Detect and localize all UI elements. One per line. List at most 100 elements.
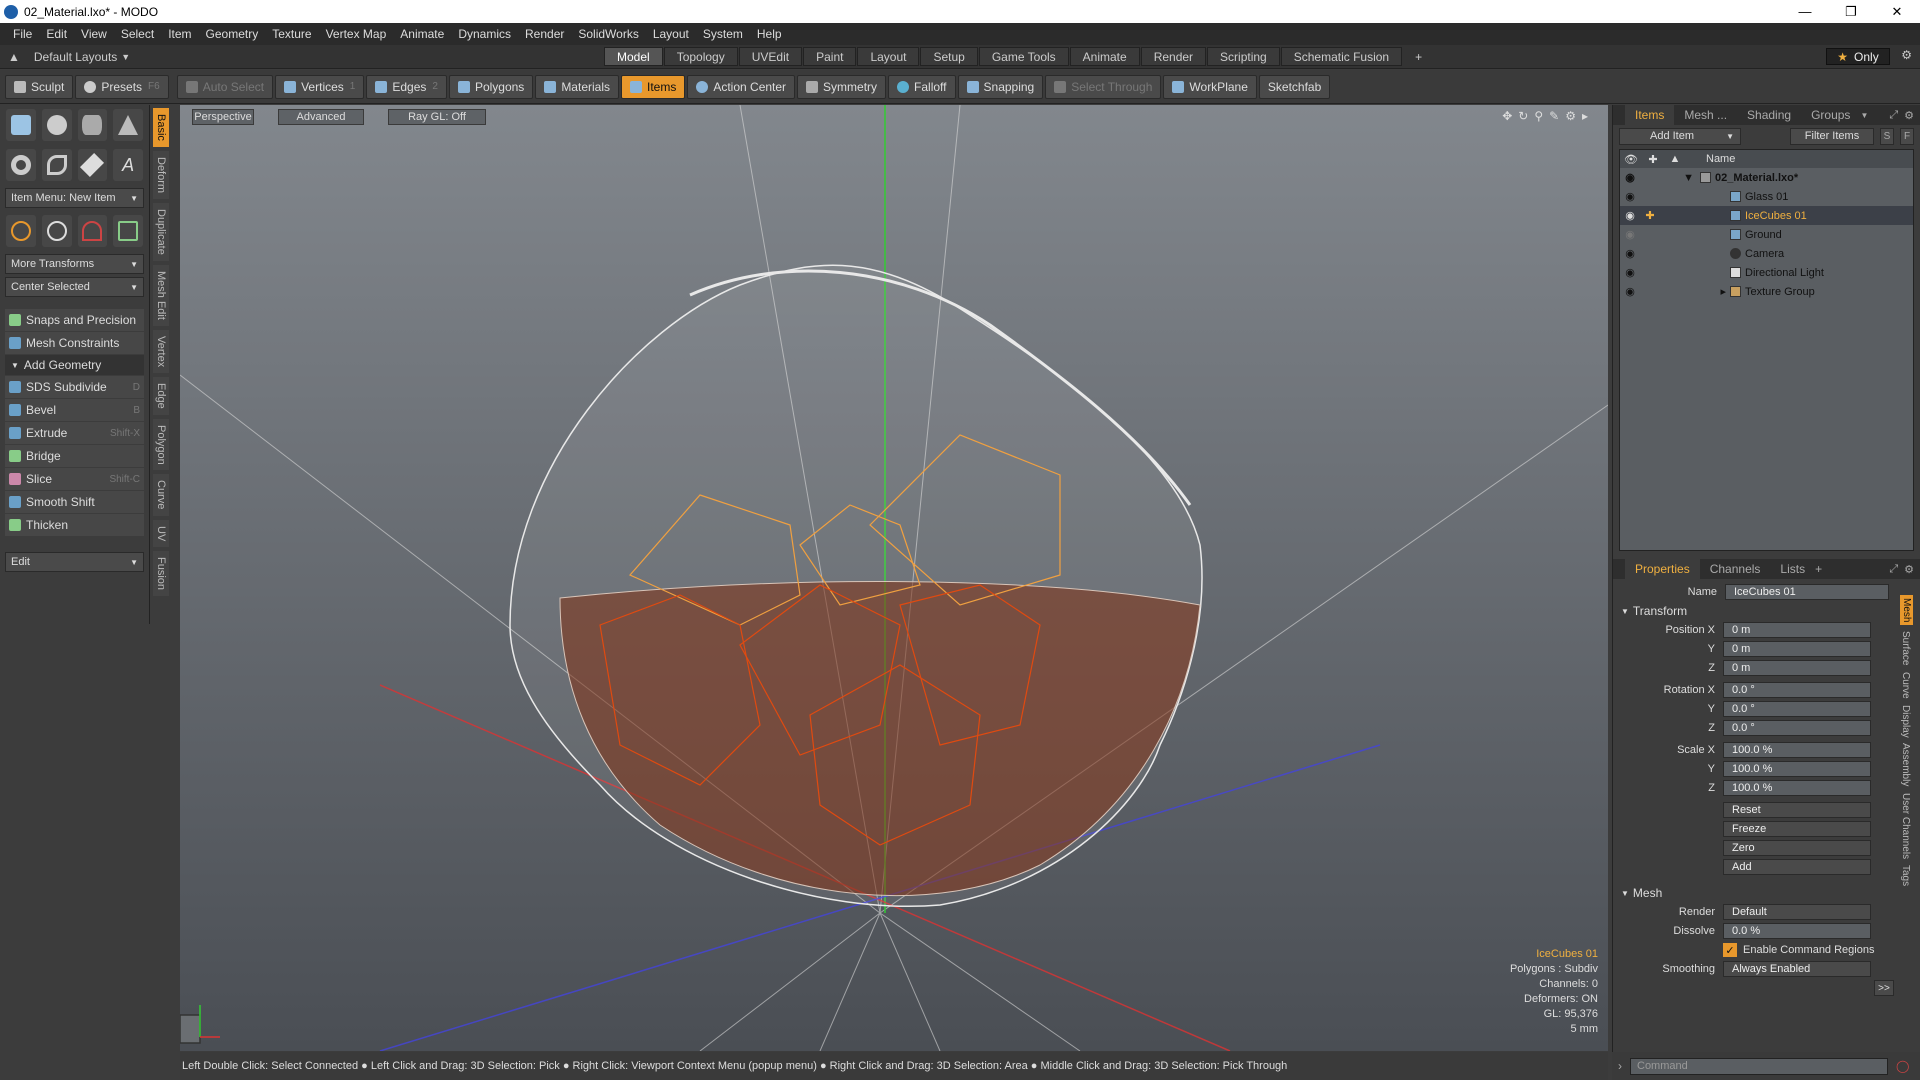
menu-texture[interactable]: Texture <box>272 27 311 41</box>
transform-section[interactable]: ▼ Transform <box>1613 602 1894 620</box>
add-item-button[interactable]: Add Item ▼ <box>1619 127 1741 145</box>
lock-icon[interactable]: ✚ <box>1640 209 1660 222</box>
menu-select[interactable]: Select <box>121 27 154 41</box>
rotation-y-field[interactable]: 0.0 ° <box>1723 701 1871 717</box>
scale-y-field[interactable]: 100.0 % <box>1723 761 1871 777</box>
expand-arrow-icon[interactable]: ▼ <box>1640 172 1700 184</box>
only-toggle[interactable]: ★ Only <box>1826 48 1890 65</box>
tab-layout[interactable]: Layout <box>857 47 920 66</box>
item-menu-dropdown[interactable]: Item Menu: New Item ▼ <box>5 188 144 208</box>
scale-x-field[interactable]: 100.0 % <box>1723 742 1871 758</box>
pencil-icon[interactable]: ✎ <box>1549 109 1565 123</box>
vtab-user-channels[interactable]: User Channels <box>1900 793 1911 859</box>
cylinder-primitive-button[interactable] <box>77 109 108 141</box>
tree-row-glass[interactable]: ◉ Glass 01 <box>1620 187 1913 206</box>
symmetry-button[interactable]: Symmetry <box>797 74 887 99</box>
smoothing-dropdown[interactable]: Always Enabled <box>1723 961 1871 977</box>
tree-row-ground[interactable]: ◉ Ground <box>1620 225 1913 244</box>
expand-icon[interactable]: ⤢ <box>1889 109 1898 122</box>
add-tab-icon[interactable]: + <box>1815 562 1822 576</box>
position-z-field[interactable]: 0 m <box>1723 660 1871 676</box>
edges-button[interactable]: Edges 2 <box>366 74 447 99</box>
cube-primitive-button[interactable] <box>6 109 36 141</box>
tab-setup[interactable]: Setup <box>920 47 978 66</box>
sphere-primitive-button[interactable] <box>41 109 72 141</box>
tab-game-tools[interactable]: Game Tools <box>978 47 1069 66</box>
gear-icon[interactable]: ⚙ <box>1904 563 1914 576</box>
close-icon[interactable]: ✕ <box>1874 4 1920 20</box>
orbit-icon[interactable]: ↻ <box>1518 109 1534 123</box>
rotation-z-field[interactable]: 0.0 ° <box>1723 720 1871 736</box>
mesh-section[interactable]: ▼ Mesh <box>1613 884 1894 902</box>
torus-primitive-button[interactable] <box>6 149 36 181</box>
tab-channels[interactable]: Channels <box>1700 559 1771 579</box>
thicken-button[interactable]: Thicken <box>5 514 144 536</box>
tree-row-icecubes[interactable]: ◉ ✚ IceCubes 01 <box>1620 206 1913 225</box>
more-transforms-dropdown[interactable]: More Transforms ▼ <box>5 254 144 274</box>
eye-icon[interactable]: ◉ <box>1620 190 1640 203</box>
name-field[interactable]: IceCubes 01 <box>1725 584 1889 600</box>
vtab-mesh[interactable]: Mesh <box>1900 595 1913 626</box>
cone-primitive-button[interactable] <box>113 109 143 141</box>
vtab-polygon[interactable]: Polygon <box>153 418 169 471</box>
eye-icon[interactable]: ◉ <box>1620 209 1640 222</box>
scale-z-field[interactable]: 100.0 % <box>1723 780 1871 796</box>
auto-select-button[interactable]: Auto Select <box>176 74 274 99</box>
menu-system[interactable]: System <box>703 27 743 41</box>
sketchfab-button[interactable]: Sketchfab <box>1258 74 1331 99</box>
bevel-button[interactable]: Bevel B <box>5 399 144 421</box>
vtab-curve[interactable]: Curve <box>153 474 169 516</box>
command-input[interactable]: Command <box>1630 1057 1888 1075</box>
collapse-icon[interactable]: ▲ <box>8 50 20 64</box>
menu-dynamics[interactable]: Dynamics <box>458 27 511 41</box>
tab-items[interactable]: Items <box>1625 105 1675 125</box>
edit-dropdown[interactable]: Edit ▼ <box>5 552 144 572</box>
tab-groups[interactable]: Groups <box>1801 105 1860 125</box>
slice-button[interactable]: Slice Shift-C <box>5 468 144 490</box>
sculpt-button[interactable]: Sculpt <box>5 74 74 99</box>
restore-icon[interactable]: ❐ <box>1828 4 1874 20</box>
filter-items-button[interactable]: Filter Items <box>1790 127 1874 145</box>
falloff-button[interactable]: Falloff <box>888 74 956 99</box>
add-dropdown[interactable]: Add <box>1723 859 1871 875</box>
zero-dropdown[interactable]: Zero <box>1723 840 1871 856</box>
render-dropdown[interactable]: Default <box>1723 904 1871 920</box>
select-through-button[interactable]: Select Through <box>1045 74 1162 99</box>
more-button[interactable]: >> <box>1874 980 1894 996</box>
expand-icon[interactable]: ⤢ <box>1889 563 1898 576</box>
tab-scripting[interactable]: Scripting <box>1207 47 1280 66</box>
tab-uvedit[interactable]: UVEdit <box>738 47 803 66</box>
vtab-duplicate[interactable]: Duplicate <box>153 202 169 261</box>
menu-solidworks[interactable]: SolidWorks <box>578 27 638 41</box>
gear-icon[interactable]: ⚙ <box>1904 109 1914 122</box>
menu-geometry[interactable]: Geometry <box>206 27 259 41</box>
pan-icon[interactable]: ✥ <box>1502 109 1518 123</box>
rotate-tool-button[interactable] <box>41 215 72 247</box>
rotation-x-field[interactable]: 0.0 ° <box>1723 682 1871 698</box>
menu-item[interactable]: Item <box>168 27 191 41</box>
sds-subdivide-button[interactable]: SDS Subdivide D <box>5 376 144 398</box>
add-geometry-section[interactable]: ▼ Add Geometry <box>5 355 144 375</box>
tab-model[interactable]: Model <box>604 47 663 66</box>
presets-button[interactable]: Presets F6 <box>75 74 169 99</box>
menu-layout[interactable]: Layout <box>653 27 689 41</box>
chevron-down-icon[interactable]: ▼ <box>1860 111 1868 120</box>
smooth-shift-button[interactable]: Smooth Shift <box>5 491 144 513</box>
vtab-basic[interactable]: Basic <box>153 108 169 147</box>
transform-tool-button[interactable] <box>113 215 143 247</box>
snapping-button[interactable]: Snapping <box>957 74 1044 99</box>
items-button[interactable]: Items <box>621 74 686 99</box>
tab-shading[interactable]: Shading <box>1737 105 1801 125</box>
vtab-uv[interactable]: UV <box>153 519 169 548</box>
vtab-tags[interactable]: Tags <box>1900 865 1911 886</box>
eye-icon[interactable]: ◉ <box>1620 285 1640 298</box>
text-tool-button[interactable]: A <box>113 149 143 181</box>
mesh-constraints-button[interactable]: Mesh Constraints <box>5 332 144 354</box>
vtab-surface[interactable]: Surface <box>1900 631 1911 665</box>
tab-properties[interactable]: Properties <box>1625 559 1700 579</box>
eye-icon[interactable]: ◉ <box>1620 171 1640 184</box>
tab-animate[interactable]: Animate <box>1069 47 1140 66</box>
materials-button[interactable]: Materials <box>535 74 619 99</box>
tree-row-scene[interactable]: ◉ ▼ 02_Material.lxo* <box>1620 168 1913 187</box>
action-center-button[interactable]: Action Center <box>687 74 796 99</box>
